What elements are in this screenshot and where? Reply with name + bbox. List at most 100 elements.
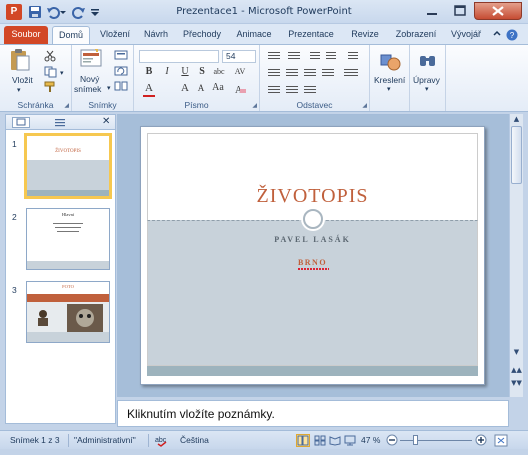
paste-label[interactable]: Vložit [12,75,33,85]
slide-thumbnail-3[interactable]: FOTO [26,281,110,343]
font-launcher-icon[interactable]: ◢ [252,102,257,109]
minimize-button[interactable] [418,2,446,20]
close-button[interactable] [474,2,522,20]
paste-icon[interactable] [9,48,31,71]
vertical-scrollbar[interactable]: ▲ ▼ ▲▲ ▼▼ [509,114,523,397]
scrollbar-thumb[interactable] [511,126,522,184]
numbering-icon[interactable] [288,52,300,61]
bullets-icon[interactable] [268,52,280,61]
slide-subtitle-author[interactable]: PAVEL LASÁK [141,235,484,244]
font-color-button[interactable]: A [143,82,155,94]
shadow-button[interactable]: abc [210,67,228,76]
spellcheck-icon[interactable]: abc [155,434,169,447]
zoom-slider-track[interactable] [400,440,472,441]
tab-prechody[interactable]: Přechody [178,26,226,44]
tab-vyvojar[interactable]: Vývojář [446,26,486,44]
scroll-down-arrow[interactable]: ▼ [510,347,523,358]
tab-animace[interactable]: Animace [232,26,276,44]
editing-dropdown-icon[interactable]: ▾ [425,85,429,93]
character-spacing-button[interactable]: AV [232,67,248,76]
fit-to-window-icon[interactable] [494,434,508,447]
close-pane-icon[interactable]: ✕ [102,116,112,128]
cut-icon[interactable] [44,50,56,62]
language-indicator[interactable]: Čeština [180,435,209,445]
copy-dropdown-icon[interactable]: ▾ [60,69,64,77]
align-text-icon[interactable] [286,86,298,95]
next-slide-arrow[interactable]: ▼▼ [510,378,523,389]
tab-zobrazeni[interactable]: Zobrazení [390,26,442,44]
tab-domu[interactable]: Domů [52,26,90,44]
zoom-in-icon[interactable] [475,434,487,446]
reading-view-icon[interactable] [329,435,341,446]
clear-formatting-icon[interactable]: A [234,83,246,96]
change-case-button[interactable]: Aa [210,82,226,93]
format-painter-icon[interactable] [44,81,58,93]
new-slide-label-2[interactable]: snímek [74,84,101,94]
paragraph-launcher-icon[interactable]: ◢ [362,102,367,109]
align-right-icon[interactable] [304,69,316,78]
convert-smartart-icon[interactable] [304,86,316,95]
slides-pane: ✕ 1 ŽIVOTOPIS 2 Hlavní 3 FOTO [5,114,116,424]
line-spacing-icon[interactable] [348,52,358,61]
thumbnail-number-3: 3 [12,285,17,295]
layout-icon[interactable] [114,50,128,60]
bold-button[interactable]: B [143,66,155,77]
underline-button[interactable]: U [179,66,191,77]
tab-vlozeni[interactable]: Vložení [94,26,136,44]
outline-tab[interactable] [54,117,66,128]
shapes-icon[interactable] [379,51,401,73]
slide-subtitle-city[interactable]: BRNO [141,258,484,267]
drawing-dropdown-icon[interactable]: ▾ [387,85,391,93]
notes-placeholder[interactable]: Kliknutím vložíte poznámky. [127,407,275,421]
tab-navrh[interactable]: Návrh [140,26,172,44]
clipboard-launcher-icon[interactable]: ◢ [64,102,69,109]
find-icon[interactable] [417,51,439,73]
previous-slide-arrow[interactable]: ▲▲ [510,365,523,376]
font-size-combo[interactable]: 54 [222,50,256,63]
slide-thumbnail-2[interactable]: Hlavní [26,208,110,270]
notes-pane[interactable]: Kliknutím vložíte poznámky. [117,400,509,427]
slide-canvas[interactable]: ŽIVOTOPIS PAVEL LASÁK BRNO [140,126,485,385]
copy-icon[interactable] [44,66,58,78]
new-slide-label-1[interactable]: Nový [80,74,99,84]
justify-icon[interactable] [322,69,334,78]
font-name-combo[interactable] [139,50,219,63]
slide-title[interactable]: ŽIVOTOPIS [141,185,484,208]
new-slide-icon[interactable] [80,48,102,71]
decrease-indent-icon[interactable] [310,52,320,61]
editing-label[interactable]: Úpravy [413,75,440,85]
clipboard-group-label: Schránka [17,100,54,110]
strikethrough-button[interactable]: S [196,66,208,77]
maximize-button[interactable] [446,2,474,20]
section-icon[interactable] [114,81,128,91]
increase-indent-icon[interactable] [326,52,336,61]
text-direction-icon[interactable] [268,86,280,95]
tab-prezentace[interactable]: Prezentace [282,26,340,44]
zoom-slider-handle[interactable] [413,435,418,445]
reset-icon[interactable] [114,66,128,76]
slide-thumbnail-1[interactable]: ŽIVOTOPIS [24,133,112,199]
zoom-level[interactable]: 47 % [361,435,380,445]
zoom-out-icon[interactable] [386,434,398,446]
slides-tab[interactable] [12,117,30,128]
scroll-up-arrow[interactable]: ▲ [510,114,523,125]
paste-dropdown-icon[interactable]: ▾ [17,86,21,94]
tab-soubor[interactable]: Soubor [4,26,48,44]
tab-revize[interactable]: Revize [346,26,384,44]
new-slide-dropdown-icon[interactable]: ▾ [107,84,111,92]
columns-icon[interactable] [344,69,358,78]
group-slides: Nový snímek ▾ Snímky [72,45,134,111]
minimize-ribbon-icon[interactable] [492,29,502,39]
shrink-font-button[interactable]: A [195,83,207,93]
slide-sorter-icon[interactable] [314,435,326,446]
grow-font-button[interactable]: A [179,82,191,94]
align-left-icon[interactable] [268,69,280,78]
help-icon[interactable]: ? [506,29,518,41]
thumbnail-number-1: 1 [12,139,17,149]
drawing-label[interactable]: Kreslení [374,75,405,85]
slideshow-view-icon[interactable] [344,435,356,446]
italic-button[interactable]: I [161,66,173,77]
theme-name[interactable]: "Administrativní" [74,435,136,445]
normal-view-icon[interactable] [296,434,310,447]
align-center-icon[interactable] [286,69,298,78]
